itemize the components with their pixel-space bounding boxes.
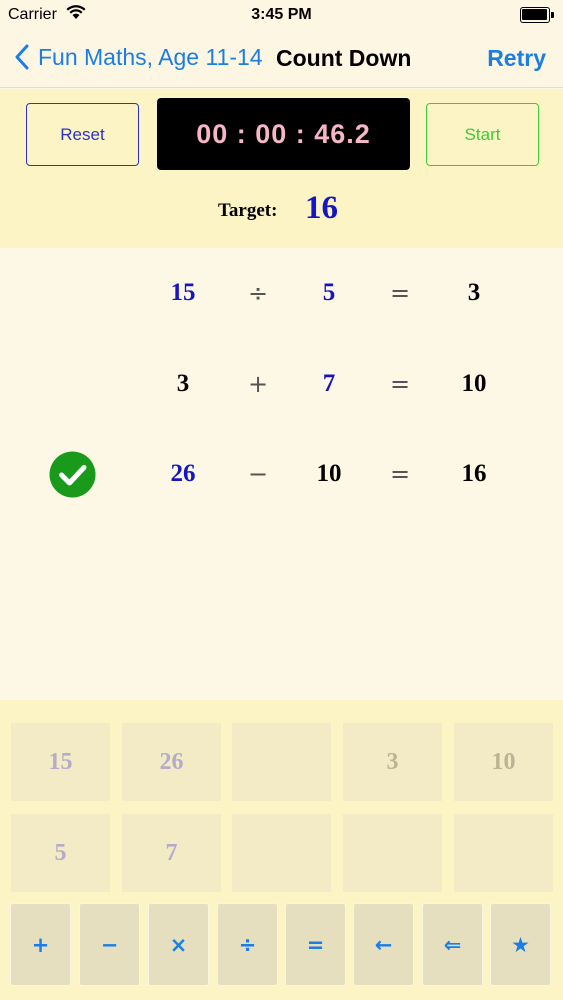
control-panel: Reset 00 : 00 : 46.2 Start Target: 16 [0, 89, 563, 248]
status-bar: Carrier 3:45 PM [0, 0, 563, 30]
number-tile[interactable] [232, 814, 331, 892]
check-circle-icon [49, 451, 96, 498]
equation-equals: = [389, 460, 411, 488]
number-tile[interactable] [232, 723, 331, 801]
multiply-button[interactable]: × [148, 903, 209, 986]
retry-button[interactable]: Retry [487, 45, 546, 72]
equation-result: 3 [467, 279, 481, 306]
number-tile[interactable] [343, 814, 442, 892]
nav-bar: Fun Maths, Age 11-14 Count Down Retry [0, 30, 563, 88]
undo-row-button[interactable]: ⇐ [422, 903, 483, 986]
equation-row[interactable]: 26 − 10 = 16 [0, 444, 563, 504]
equation-operator: − [247, 460, 269, 488]
target-value: 16 [305, 190, 338, 226]
status-time: 3:45 PM [251, 6, 312, 23]
equation-operand-b: 7 [322, 370, 336, 397]
chevron-left-icon [15, 44, 29, 70]
equation-operand-b: 5 [322, 279, 336, 306]
battery-icon [520, 7, 554, 23]
number-tile[interactable]: 10 [454, 723, 553, 801]
equation-equals: = [389, 279, 411, 307]
reset-button[interactable]: Reset [26, 103, 139, 166]
equation-row[interactable]: 15 ÷ 5 = 3 [0, 263, 563, 323]
equation-result: 16 [461, 460, 487, 487]
divide-button[interactable]: ÷ [217, 903, 278, 986]
equation-operator: + [247, 370, 269, 398]
target-label: Target: [218, 200, 278, 221]
equation-result: 10 [461, 370, 487, 397]
number-tile[interactable]: 7 [122, 814, 221, 892]
start-button[interactable]: Start [426, 103, 539, 166]
number-tile[interactable]: 26 [122, 723, 221, 801]
equals-button[interactable]: = [285, 903, 346, 986]
back-button[interactable]: Fun Maths, Age 11-14 [14, 42, 263, 72]
plus-button[interactable]: + [10, 903, 71, 986]
equation-equals: = [389, 370, 411, 398]
back-label: Fun Maths, Age 11-14 [38, 43, 263, 70]
equation-operand-b: 10 [316, 460, 342, 487]
equation-operand-a: 15 [170, 279, 196, 306]
number-tile[interactable]: 15 [11, 723, 110, 801]
equation-operand-a: 26 [170, 460, 196, 487]
number-tile[interactable]: 5 [11, 814, 110, 892]
star-button[interactable]: ★ [490, 903, 551, 986]
backspace-button[interactable]: ← [353, 903, 414, 986]
minus-button[interactable]: − [79, 903, 140, 986]
equation-operator: ÷ [247, 279, 269, 307]
page-title: Count Down [276, 45, 412, 71]
equation-operand-a: 3 [176, 370, 190, 397]
equation-list: 15 ÷ 5 = 3 3 + 7 = 10 26 − 10 = 16 [0, 248, 563, 700]
timer-display: 00 : 00 : 46.2 [157, 98, 410, 170]
equation-row[interactable]: 3 + 7 = 10 [0, 354, 563, 414]
number-tile[interactable]: 3 [343, 723, 442, 801]
number-tile[interactable] [454, 814, 553, 892]
